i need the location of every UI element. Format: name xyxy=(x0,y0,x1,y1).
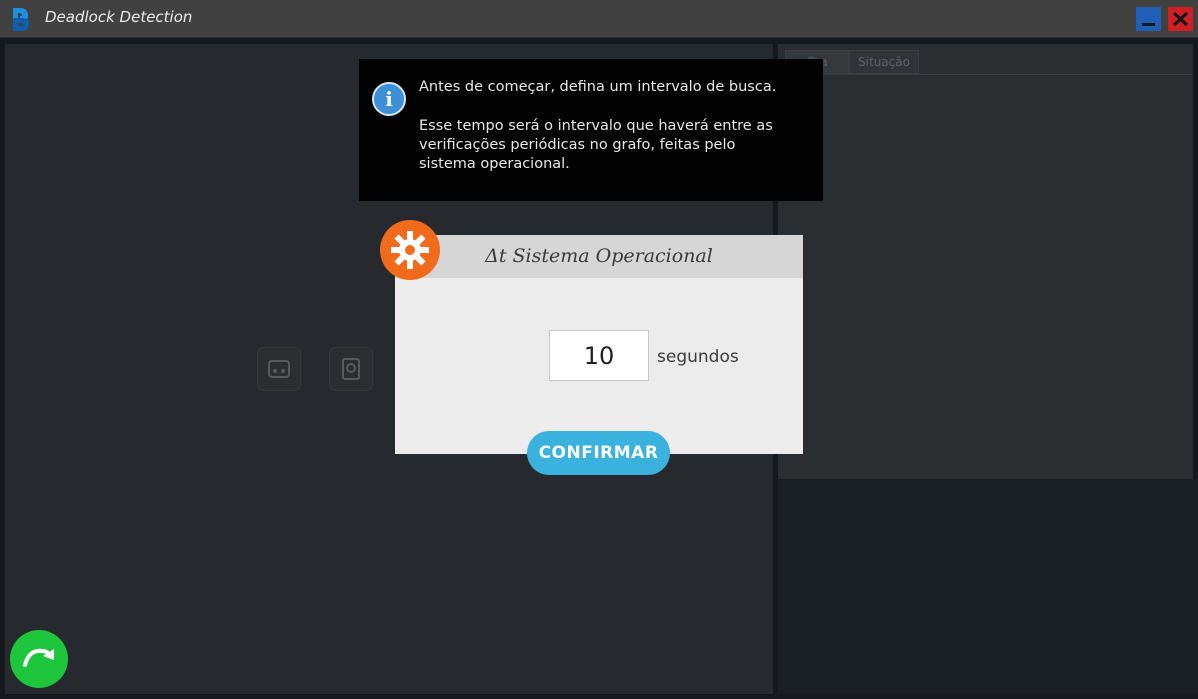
interval-unit-label: segundos xyxy=(657,347,739,367)
info-heading: Antes de começar, defina um intervalo de… xyxy=(419,79,777,95)
title-bar: Deadlock Detection xyxy=(0,0,1198,38)
window-title: Deadlock Detection xyxy=(45,8,193,26)
close-button[interactable] xyxy=(1168,7,1193,31)
info-description: Esse tempo será o intervalo que haverá e… xyxy=(419,118,773,172)
next-step-button[interactable] xyxy=(10,630,68,688)
app-logo-icon xyxy=(13,8,29,31)
dialog-title: Δt Sistema Operacional xyxy=(485,245,713,267)
tab-situation[interactable]: Situação xyxy=(849,50,919,74)
minimize-button[interactable] xyxy=(1136,7,1161,31)
tab-content xyxy=(778,74,1193,479)
process-icon xyxy=(268,360,290,378)
process-tool-button[interactable] xyxy=(257,347,301,391)
right-panel: Gra Situação xyxy=(778,44,1193,479)
redo-arrow-icon xyxy=(23,648,54,667)
resource-tool-button[interactable] xyxy=(329,347,373,391)
close-icon xyxy=(1172,11,1189,27)
hard-drive-icon xyxy=(342,358,360,380)
interval-input[interactable] xyxy=(549,330,649,381)
gear-badge xyxy=(380,220,440,280)
info-icon: i xyxy=(372,82,406,116)
confirm-button[interactable]: CONFIRMAR xyxy=(527,431,670,475)
dialog-header: Δt Sistema Operacional xyxy=(395,235,803,278)
lower-right-area xyxy=(778,479,1198,694)
info-tooltip: i Antes de começar, defina um intervalo … xyxy=(359,59,823,201)
gear-icon xyxy=(391,231,429,269)
